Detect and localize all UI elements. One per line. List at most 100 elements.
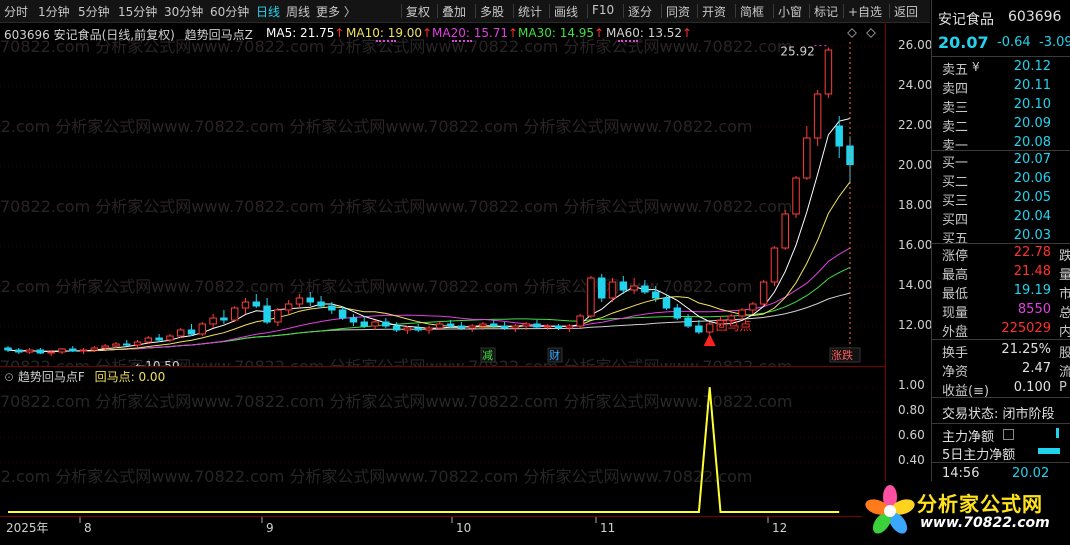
candle[interactable]	[263, 298, 271, 324]
candle[interactable]	[705, 322, 714, 334]
candle[interactable]	[230, 306, 239, 322]
candle[interactable]	[824, 47, 833, 98]
stat2-row-0-label: 换手	[942, 346, 969, 361]
candle[interactable]	[749, 302, 757, 314]
candle[interactable]	[576, 314, 584, 328]
period-tab-7[interactable]: 周线	[286, 3, 310, 20]
toolbar-button-8[interactable]: 开资	[702, 3, 726, 20]
period-tab-5[interactable]: 60分钟	[210, 3, 249, 20]
candle[interactable]	[792, 176, 800, 218]
toolbar-button-4[interactable]: 画线	[554, 3, 578, 20]
candle[interactable]	[565, 324, 574, 332]
toolbar-button-13[interactable]: 返回	[894, 3, 918, 20]
period-tab-2[interactable]: 5分钟	[78, 3, 110, 20]
toolbar-button-5[interactable]: F10	[592, 3, 614, 17]
candle[interactable]	[392, 322, 401, 332]
candle[interactable]	[15, 348, 23, 354]
candle[interactable]	[79, 348, 88, 354]
candle[interactable]	[813, 90, 822, 146]
period-tab-4[interactable]: 30分钟	[164, 3, 203, 20]
candle[interactable]	[554, 324, 563, 330]
marker-cai[interactable]: 财	[547, 347, 563, 363]
candle[interactable]	[252, 294, 261, 308]
candle[interactable]	[597, 274, 606, 302]
collapse-icon[interactable]: ⊙	[4, 370, 14, 384]
candle[interactable]	[414, 324, 422, 332]
candle[interactable]	[382, 318, 390, 328]
candle[interactable]	[187, 324, 196, 336]
candle[interactable]	[155, 334, 163, 342]
toolbar-button-6[interactable]: 逐分	[628, 3, 652, 20]
toolbar-button-1[interactable]: 叠加	[442, 3, 466, 20]
candle[interactable]	[587, 276, 595, 318]
candle[interactable]	[36, 348, 45, 354]
candle[interactable]	[533, 320, 541, 328]
candle-body	[597, 277, 606, 299]
period-tab-8[interactable]: 更多 〉	[316, 3, 356, 20]
marker-zhangdie[interactable]: 涨跌	[829, 347, 861, 363]
candle[interactable]	[209, 314, 217, 328]
ask-row-1-label: 卖四	[942, 82, 969, 97]
toolbar-button-3[interactable]: 统计	[518, 3, 542, 20]
candle[interactable]	[274, 308, 282, 326]
candle[interactable]	[835, 116, 843, 158]
candle[interactable]	[803, 126, 811, 180]
indicator-chart-area[interactable]: 70822.com 分析家公式网www.70822.com 分析家公式网www.…	[0, 366, 885, 517]
candle[interactable]	[198, 322, 207, 336]
candle[interactable]	[759, 280, 768, 306]
candle[interactable]	[58, 348, 66, 354]
candle[interactable]	[770, 246, 779, 286]
candle[interactable]	[673, 304, 682, 320]
panel-divider	[931, 339, 1070, 340]
candle[interactable]	[317, 296, 325, 308]
stat-row-3-value: 8550	[1017, 302, 1051, 317]
stat-row-3-extra: 总	[1059, 306, 1070, 321]
candle[interactable]	[133, 340, 142, 348]
ask-row-3: 卖二 20.09	[942, 116, 1070, 135]
candle[interactable]	[295, 294, 304, 308]
period-tab-1[interactable]: 1分钟	[38, 3, 70, 20]
bid-row-0: 买一 20.07	[942, 152, 1070, 171]
kline-chart-area[interactable]: 70822.com 分析家公式网www.70822.com 分析家公式网www.…	[0, 22, 885, 376]
ma-arrow-icon: ↑	[682, 26, 693, 40]
period-tab-0[interactable]: 分时	[4, 3, 28, 20]
candle[interactable]	[284, 300, 293, 314]
candle[interactable]	[425, 326, 433, 334]
toolbar-button-12[interactable]: +自选	[848, 3, 882, 20]
candle[interactable]	[781, 210, 789, 250]
candle[interactable]	[4, 346, 12, 352]
candle[interactable]	[220, 310, 228, 324]
price-tick-3: 20.00	[898, 158, 933, 172]
toolbar-button-2[interactable]: 多股	[480, 3, 504, 20]
toolbar-button-11[interactable]: 标记	[814, 3, 838, 20]
candle[interactable]	[403, 326, 412, 334]
candle[interactable]	[360, 316, 368, 328]
toolbar-button-10[interactable]: 小窗	[778, 3, 802, 20]
candle[interactable]	[371, 320, 379, 330]
toolbar-button-9[interactable]: 简框	[740, 3, 764, 20]
candle[interactable]	[25, 348, 34, 354]
candle[interactable]	[608, 278, 617, 302]
toolbar-separator	[735, 4, 736, 18]
chart-settings-icon[interactable]	[847, 28, 857, 38]
period-tab-6[interactable]: 日线	[256, 3, 280, 20]
candle[interactable]	[69, 346, 77, 352]
toolbar-button-7[interactable]: 同资	[666, 3, 690, 20]
candle-body	[25, 349, 34, 353]
candle[interactable]	[511, 324, 520, 332]
marker-jian[interactable]: 减	[480, 347, 496, 363]
toolbar-button-0[interactable]: 复权	[406, 3, 430, 20]
indicator-tick-3: 0.40	[898, 453, 925, 468]
period-tab-3[interactable]: 15分钟	[118, 3, 157, 20]
candle[interactable]	[176, 328, 185, 338]
chart-expand-icon[interactable]	[866, 28, 876, 38]
flow-toggle-icon[interactable]	[1003, 429, 1014, 440]
candle[interactable]	[349, 314, 358, 326]
stat-row-2-value: 19.19	[1013, 283, 1051, 298]
candle[interactable]	[468, 324, 476, 332]
candle[interactable]	[123, 340, 131, 346]
candle[interactable]	[544, 324, 552, 330]
candle[interactable]	[695, 320, 703, 334]
candle[interactable]	[241, 298, 250, 314]
candle-body	[403, 327, 412, 331]
